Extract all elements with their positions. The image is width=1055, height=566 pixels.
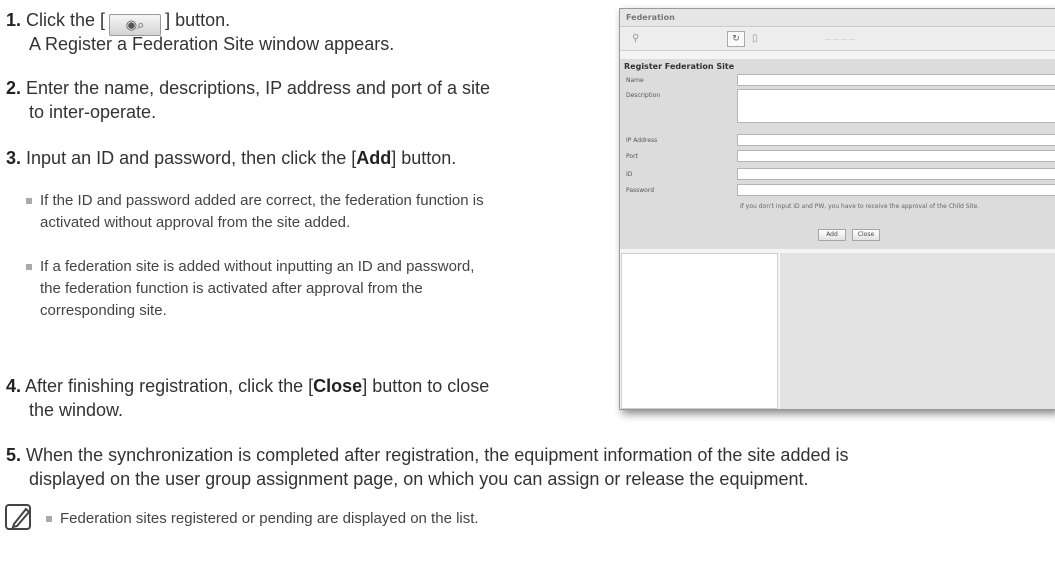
bullet-no-id: If a federation site is added without in… [26,256,474,322]
federation-icon[interactable]: ⚲ [632,32,639,46]
step-5-cont: displayed on the user group assignment p… [29,469,809,489]
dialog-title: Register Federation Site [624,62,735,71]
add-button[interactable]: Add [818,229,846,241]
refresh-button[interactable]: ↻ [727,31,745,47]
note-icon [5,504,31,530]
toolbar-faint-text: — — — — [825,36,855,43]
delete-icon[interactable]: ▯ [752,32,758,46]
bullet-correct-id: If the ID and password added are correct… [26,190,484,234]
ip-address-field[interactable] [737,134,1055,146]
site-list-panel [621,253,778,409]
step-1-detail: A Register a Federation Site window appe… [29,34,395,54]
step-3: 3. Input an ID and password, then click … [6,148,457,168]
federation-screenshot: Federation ⚲ ↻ ▯ — — — — Register Federa… [619,8,1055,410]
ip-address-label: IP Address [626,137,658,144]
id-label: ID [626,171,633,178]
close-button[interactable]: Close [852,229,880,241]
name-field[interactable] [737,74,1055,86]
approval-note: If you don't input ID and PW, you have t… [740,203,980,210]
step-4-cont: the window. [29,400,124,420]
bullet-mark [46,516,52,522]
bullet-mark [26,264,32,270]
port-label: Port [626,153,638,160]
password-field[interactable] [737,184,1055,196]
step-5: 5. When the synchronization is completed… [6,445,849,465]
window-title: Federation [620,9,1055,27]
step-4: 4. After finishing registration, click t… [6,376,490,396]
step-number: 1. [6,10,22,30]
id-field[interactable] [737,168,1055,180]
name-label: Name [626,77,644,84]
register-federation-dialog: Register Federation Site Name Descriptio… [620,59,1055,249]
description-label: Description [626,92,661,99]
step-2: 2. Enter the name, descriptions, IP addr… [6,78,490,98]
port-field[interactable] [737,150,1055,162]
note-text: Federation sites registered or pending a… [46,508,479,530]
step-2-cont: to inter-operate. [29,102,157,122]
bullet-mark [26,198,32,204]
toolbar: ⚲ ↻ ▯ — — — — [620,28,1055,51]
password-label: Password [626,187,655,194]
detail-panel [780,253,1055,409]
description-field[interactable] [737,89,1055,123]
